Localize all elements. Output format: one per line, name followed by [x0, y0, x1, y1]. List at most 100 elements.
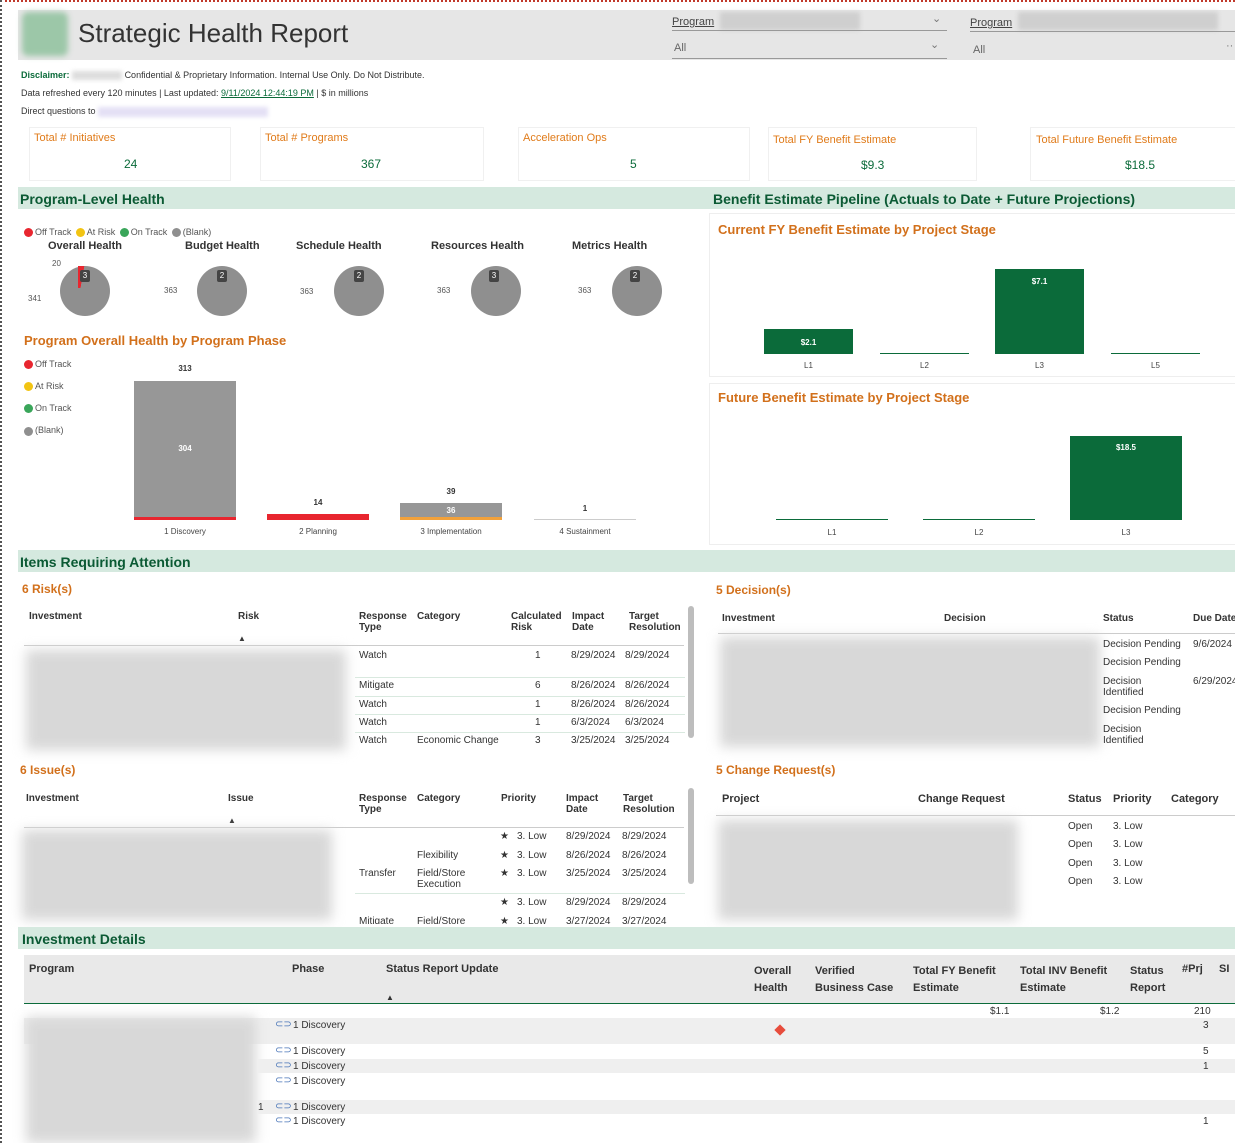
- kpi-label: Acceleration Ops: [523, 132, 607, 144]
- phase-cell: 1 Discovery: [293, 1076, 346, 1087]
- kpi-value: $9.3: [861, 158, 885, 172]
- issue-row[interactable]: Flexibility ★ 3. Low 8/26/2024 8/26/2024: [355, 850, 685, 864]
- issue-row[interactable]: Transfer Field/Store Execution ★ 3. Low …: [355, 868, 685, 894]
- pie-title-metrics: Metrics Health: [572, 240, 648, 252]
- col-response-type[interactable]: Response Type: [359, 611, 409, 633]
- link-icon[interactable]: ⊂⊃: [275, 1075, 292, 1086]
- link-icon[interactable]: ⊂⊃: [275, 1060, 292, 1071]
- future-bar-l2[interactable]: [923, 519, 1035, 520]
- questions-text: Direct questions to: [21, 106, 96, 116]
- decisions-title: 5 Decision(s): [716, 583, 791, 597]
- col-impact-date[interactable]: Impact Date: [566, 793, 606, 815]
- issue-row[interactable]: Mitigate Field/Store ★ 3. Low 3/27/2024 …: [355, 916, 685, 924]
- last-updated-link[interactable]: 9/11/2024 12:44:19 PM: [221, 88, 314, 98]
- phase-bar-planning[interactable]: [267, 514, 369, 520]
- current-bar-l5[interactable]: [1111, 353, 1200, 354]
- col-decision[interactable]: Decision: [944, 613, 986, 624]
- col-phase[interactable]: Phase: [292, 963, 324, 975]
- star-icon: ★: [500, 868, 509, 879]
- change-priority: 3. Low: [1113, 858, 1143, 869]
- col-investment[interactable]: Investment: [29, 611, 82, 622]
- slicer-underline: [672, 58, 947, 59]
- axis-label: L2: [920, 361, 929, 370]
- table-row[interactable]: [258, 1100, 1235, 1114]
- legend-blank: (Blank): [24, 425, 72, 436]
- col-impact-date[interactable]: Impact Date: [572, 611, 612, 633]
- slicer-underline: [970, 31, 1235, 32]
- col-due-date[interactable]: Due Date: [1193, 613, 1235, 624]
- col-target-resolution[interactable]: Target Resolution: [629, 611, 685, 633]
- issue-row[interactable]: ★ 3. Low 8/29/2024 8/29/2024: [355, 897, 685, 911]
- col-total-inv-benefit[interactable]: Total INV Benefit Estimate: [1020, 963, 1120, 997]
- header-divider: [24, 827, 684, 828]
- kpi-fy-benefit: Total FY Benefit Estimate $9.3: [769, 128, 976, 180]
- col-prj-count[interactable]: #Prj: [1182, 963, 1203, 975]
- link-icon[interactable]: ⊂⊃: [275, 1101, 292, 1112]
- disclaimer-text: Confidential & Proprietary Information. …: [124, 70, 425, 80]
- chevron-down-icon[interactable]: ⌄: [932, 12, 941, 25]
- col-response-type[interactable]: Response Type: [359, 793, 409, 815]
- col-category[interactable]: Category: [417, 793, 460, 804]
- col-status[interactable]: Status: [1068, 793, 1102, 805]
- link-icon[interactable]: ⊂⊃: [275, 1115, 292, 1126]
- sort-asc-icon[interactable]: ▲: [238, 634, 246, 643]
- col-investment[interactable]: Investment: [26, 793, 79, 804]
- current-bar-l2[interactable]: [880, 353, 969, 354]
- link-icon[interactable]: ⊂⊃: [275, 1019, 292, 1030]
- pie-outer-value: 363: [164, 286, 178, 295]
- section-title-program-health: Program-Level Health: [20, 191, 165, 207]
- page-title: Strategic Health Report: [78, 18, 349, 48]
- col-priority[interactable]: Priority: [501, 793, 536, 804]
- pie-center-value: 2: [630, 270, 640, 282]
- col-category[interactable]: Category: [417, 611, 460, 622]
- phase-cell: 1 Discovery: [293, 1020, 346, 1031]
- link-icon[interactable]: ⊂⊃: [275, 1045, 292, 1056]
- sort-asc-icon[interactable]: ▲: [228, 816, 236, 825]
- col-investment[interactable]: Investment: [722, 613, 775, 624]
- sort-asc-icon[interactable]: ▲: [386, 993, 394, 1002]
- pie-title-overall: Overall Health: [48, 240, 122, 252]
- program-slicer-blur: [720, 12, 860, 30]
- col-total-fy-benefit[interactable]: Total FY Benefit Estimate: [913, 963, 1013, 997]
- table-row[interactable]: [258, 1059, 1235, 1073]
- issue-investment-blur: [22, 830, 332, 920]
- program-blur: [26, 1017, 256, 1143]
- program-slicer2-value[interactable]: All: [973, 44, 985, 56]
- issue-row[interactable]: ★ 3. Low 8/29/2024 8/29/2024: [355, 831, 685, 845]
- risks-scrollbar[interactable]: [688, 606, 694, 738]
- col-priority[interactable]: Priority: [1113, 793, 1152, 805]
- col-overall-health[interactable]: Overall Health: [754, 963, 804, 997]
- future-chart-title: Future Benefit Estimate by Project Stage: [718, 390, 970, 405]
- col-status-report-update[interactable]: Status Report Update: [386, 963, 498, 975]
- col-issue[interactable]: Issue: [228, 793, 254, 804]
- col-calculated-risk[interactable]: Calculated Risk: [511, 611, 567, 633]
- more-options-icon[interactable]: ··: [1226, 40, 1233, 52]
- col-program[interactable]: Program: [29, 963, 74, 975]
- row-divider: [355, 696, 685, 697]
- col-status[interactable]: Status: [1103, 613, 1134, 624]
- col-target-resolution[interactable]: Target Resolution: [623, 793, 679, 815]
- prj-cell: 3: [1203, 1020, 1209, 1031]
- change-priority: 3. Low: [1113, 876, 1143, 887]
- phase-bar-sustainment[interactable]: [534, 519, 636, 520]
- current-fy-chart-title: Current FY Benefit Estimate by Project S…: [718, 222, 996, 237]
- change-blur: [718, 820, 1018, 920]
- col-category[interactable]: Category: [1171, 793, 1219, 805]
- col-verified-business-case[interactable]: Verified Business Case: [815, 963, 905, 997]
- col-si[interactable]: SI: [1219, 963, 1229, 975]
- future-bar-l1[interactable]: [776, 519, 888, 520]
- col-project[interactable]: Project: [722, 793, 759, 805]
- bar-total-label: 1: [582, 504, 588, 513]
- col-change-request[interactable]: Change Request: [918, 793, 1005, 805]
- star-icon: ★: [500, 916, 509, 924]
- program-slicer-value[interactable]: All: [674, 42, 686, 54]
- col-risk[interactable]: Risk: [238, 611, 259, 622]
- chevron-down-icon[interactable]: ⌄: [930, 38, 939, 51]
- phase-cell: 1 Discovery: [293, 1102, 346, 1113]
- contact-blur: [98, 106, 269, 117]
- section-title-investments: Investment Details: [22, 931, 146, 947]
- issues-scrollbar[interactable]: [688, 788, 694, 884]
- prefix-cell: 1: [258, 1102, 264, 1113]
- col-status-report[interactable]: Status Report: [1130, 963, 1174, 997]
- changes-title: 5 Change Request(s): [716, 763, 836, 777]
